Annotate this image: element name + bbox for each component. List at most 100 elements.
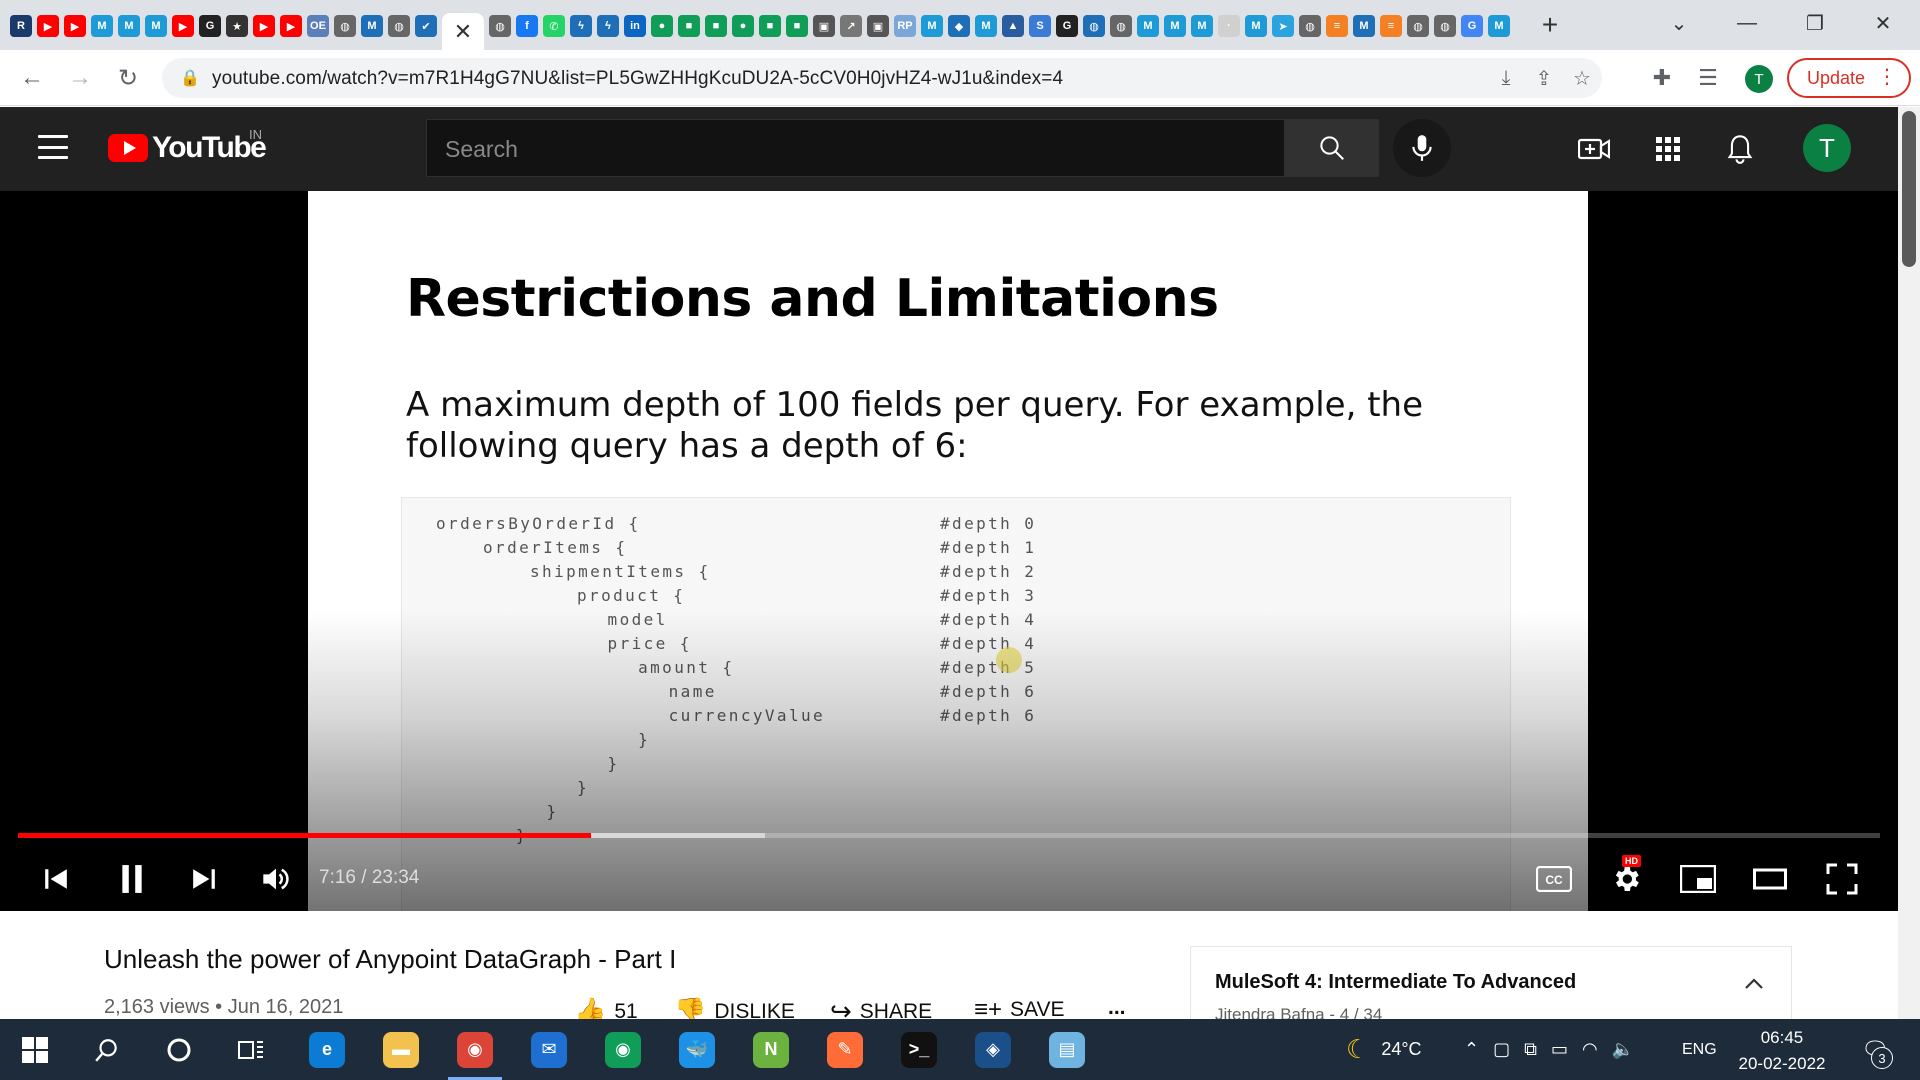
tab-green-icon[interactable]: ■	[705, 15, 727, 37]
tab-mulesoft-icon[interactable]: M	[145, 15, 167, 37]
tab-image-icon[interactable]: ▣	[813, 15, 835, 37]
wifi-icon[interactable]: ◠	[1582, 1039, 1598, 1060]
notifications-bell-icon[interactable]	[1724, 133, 1756, 165]
tab-globe-icon[interactable]: ◍	[1299, 15, 1321, 37]
search-input[interactable]: Search	[426, 119, 1285, 177]
tab-globe-icon[interactable]: ◍	[1110, 15, 1132, 37]
tab-linkedin-icon[interactable]: in	[624, 15, 646, 37]
tab-r-icon[interactable]: R	[10, 15, 32, 37]
extensions-puzzle-icon[interactable]: ✚	[1648, 64, 1676, 92]
youtube-logo[interactable]: YouTube	[108, 131, 267, 165]
guide-menu-icon[interactable]	[38, 135, 68, 159]
tab-globe-icon[interactable]: ◍	[1407, 15, 1429, 37]
tab-m-icon[interactable]: M	[1353, 15, 1375, 37]
tab-m-icon[interactable]: M	[361, 15, 383, 37]
tab-green-dot-icon[interactable]: ●	[651, 15, 673, 37]
back-button[interactable]: ←	[16, 62, 48, 94]
tab-youtube-icon[interactable]: ▶	[37, 15, 59, 37]
taskbar-postman-button[interactable]: ✎	[810, 1019, 880, 1080]
settings-button[interactable]: HD	[1604, 855, 1648, 901]
tab-youtube-icon[interactable]: ▶	[253, 15, 275, 37]
tab-github-icon[interactable]: G	[199, 15, 221, 37]
taskbar-chrome-button[interactable]: ◉	[440, 1019, 510, 1080]
search-button[interactable]	[1285, 119, 1379, 177]
close-window-button[interactable]: ✕	[1860, 8, 1906, 38]
active-tab-close-icon[interactable]: ✕	[442, 13, 484, 51]
install-app-icon[interactable]: ⤓	[1494, 66, 1518, 90]
new-tab-button[interactable]: +	[1535, 9, 1565, 40]
more-vert-icon[interactable]: ⋮	[1877, 66, 1897, 88]
reading-list-icon[interactable]: ☰	[1694, 64, 1722, 92]
tab-oe-icon[interactable]: OE	[307, 15, 329, 37]
tab-bolt-icon[interactable]: ϟ	[570, 15, 592, 37]
theater-mode-button[interactable]	[1748, 857, 1792, 901]
cortana-button[interactable]	[144, 1019, 214, 1080]
tab-mulesoft-icon[interactable]: M	[1245, 15, 1267, 37]
tab-cube-icon[interactable]: ▲	[1002, 15, 1024, 37]
show-hidden-icons-icon[interactable]: ⌃	[1464, 1039, 1479, 1060]
tab-check-icon[interactable]: ✔	[415, 15, 437, 37]
playlist-title[interactable]: MuleSoft 4: Intermediate To Advanced	[1215, 971, 1576, 994]
tab-search-chevron-icon[interactable]: ⌄	[1656, 8, 1702, 38]
clock[interactable]: 06:45 20-02-2022	[1722, 1025, 1842, 1077]
tab-mulesoft-icon[interactable]: M	[975, 15, 997, 37]
language-indicator[interactable]: ENG	[1682, 1019, 1717, 1080]
tab-github-icon[interactable]: G	[1056, 15, 1078, 37]
tab-s-icon[interactable]: S	[1029, 15, 1051, 37]
tab-stackoverflow-icon[interactable]: ≡	[1380, 15, 1402, 37]
fullscreen-button[interactable]	[1820, 857, 1864, 901]
tab-youtube-icon[interactable]: ▶	[280, 15, 302, 37]
video-player[interactable]: Restrictions and Limitations A maximum d…	[0, 191, 1898, 911]
start-button[interactable]	[0, 1019, 70, 1080]
youtube-account-avatar[interactable]: T	[1803, 124, 1851, 172]
reload-button[interactable]: ↻	[112, 62, 144, 94]
tab-youtube-icon[interactable]: ▶	[172, 15, 194, 37]
tab-rp-icon[interactable]: RP	[894, 15, 916, 37]
address-bar[interactable]: 🔒 youtube.com/watch?v=m7R1H4gG7NU&list=P…	[162, 58, 1602, 98]
tab-green-dot-icon[interactable]: ●	[732, 15, 754, 37]
browser-profile-avatar[interactable]: T	[1745, 65, 1773, 93]
tab-facebook-icon[interactable]: f	[516, 15, 538, 37]
miniplayer-button[interactable]	[1676, 857, 1720, 901]
weather-widget[interactable]: ☾ 24°C	[1346, 1019, 1422, 1080]
apps-grid-icon[interactable]	[1652, 133, 1684, 165]
tab-telegram-icon[interactable]: ➤	[1272, 15, 1294, 37]
tab-mulesoft-icon[interactable]: M	[118, 15, 140, 37]
taskbar-notepad-button[interactable]: ▤	[1032, 1019, 1102, 1080]
more-actions-button[interactable]: ...	[1108, 996, 1126, 1020]
tab-mulesoft-icon[interactable]: M	[1137, 15, 1159, 37]
meet-now-icon[interactable]: ▢	[1493, 1039, 1510, 1060]
create-video-icon[interactable]	[1578, 133, 1610, 165]
taskbar-notepadpp-button[interactable]: N	[736, 1019, 806, 1080]
lock-icon[interactable]: 🔒	[180, 68, 200, 88]
taskbar-edge-button[interactable]: e	[292, 1019, 362, 1080]
tab-globe-icon[interactable]: ◍	[388, 15, 410, 37]
progress-bar[interactable]	[18, 833, 1880, 838]
mute-button[interactable]	[254, 857, 298, 901]
tab-blank-icon[interactable]: ·	[1218, 15, 1240, 37]
tab-shield-icon[interactable]: ◆	[948, 15, 970, 37]
tab-stackoverflow-icon[interactable]: ≡	[1326, 15, 1348, 37]
tab-green-icon[interactable]: ■	[786, 15, 808, 37]
tab-whatsapp-icon[interactable]: ✆	[543, 15, 565, 37]
next-video-button[interactable]	[182, 857, 226, 901]
pause-button[interactable]	[110, 857, 154, 901]
speaker-icon[interactable]: 🔈	[1612, 1039, 1634, 1060]
bookmark-star-icon[interactable]: ☆	[1570, 66, 1594, 90]
tab-green-icon[interactable]: ■	[678, 15, 700, 37]
tab-globe-icon[interactable]: ◍	[1434, 15, 1456, 37]
forward-button[interactable]: →	[64, 62, 96, 94]
tab-youtube-icon[interactable]: ▶	[64, 15, 86, 37]
action-center-button[interactable]: 🗨 3	[1855, 1033, 1895, 1069]
taskbar-file-explorer-button[interactable]: ▬	[366, 1019, 436, 1080]
scrollbar-thumb[interactable]	[1902, 111, 1916, 267]
tab-globe-icon[interactable]: ◍	[489, 15, 511, 37]
tab-google-icon[interactable]: G	[1461, 15, 1483, 37]
share-icon[interactable]: ⇪	[1532, 66, 1556, 90]
battery-icon[interactable]: ▭	[1551, 1039, 1568, 1060]
tab-mulesoft-icon[interactable]: M	[1488, 15, 1510, 37]
voice-search-button[interactable]	[1393, 119, 1451, 177]
taskbar-mail-button[interactable]: ✉	[514, 1019, 584, 1080]
tab-star-icon[interactable]: ★	[226, 15, 248, 37]
page-scrollbar[interactable]	[1898, 107, 1920, 1019]
